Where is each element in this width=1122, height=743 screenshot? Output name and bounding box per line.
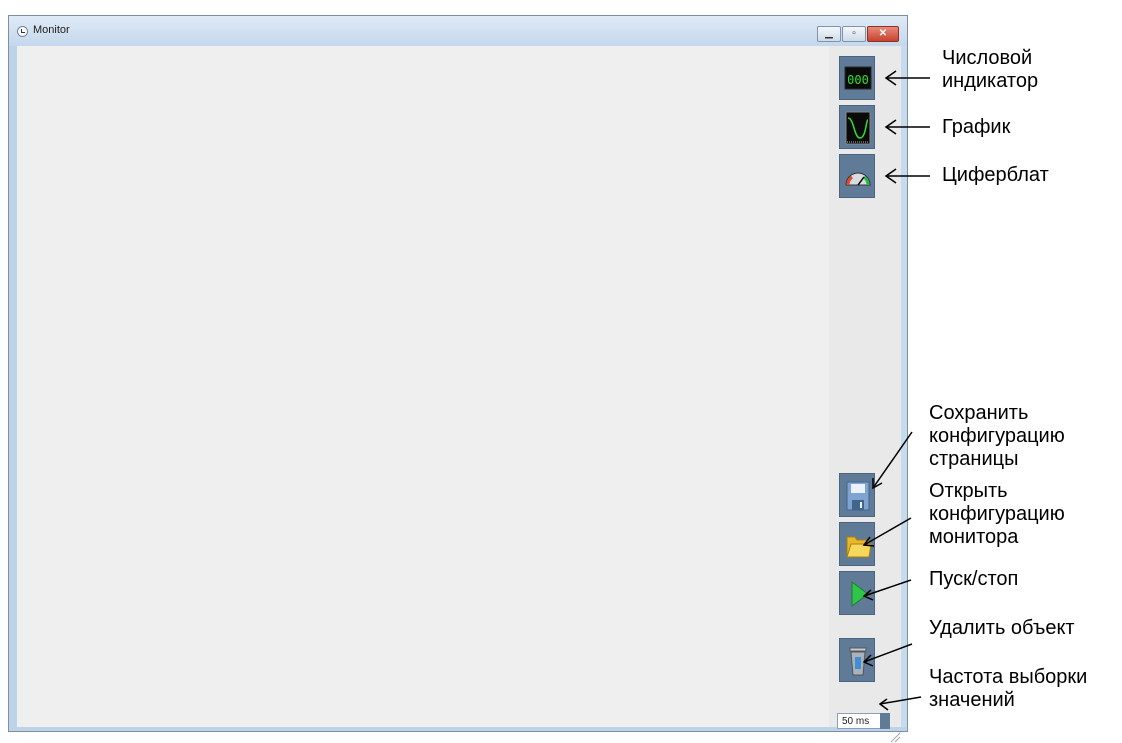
callout-save: Сохранить конфигурацию страницы [929, 402, 1065, 470]
callout-graph: График [942, 116, 1011, 138]
callout-delete: Удалить объект [929, 617, 1075, 639]
callout-sampling-rate: Частота выборки значений [929, 666, 1088, 711]
callout-play-stop: Пуск/стоп [929, 568, 1019, 590]
callout-digital-indicator: Числовой индикатор [942, 47, 1039, 92]
callout-dial: Циферблат [942, 164, 1049, 186]
callout-open: Открыть конфигурацию монитора [929, 480, 1065, 548]
